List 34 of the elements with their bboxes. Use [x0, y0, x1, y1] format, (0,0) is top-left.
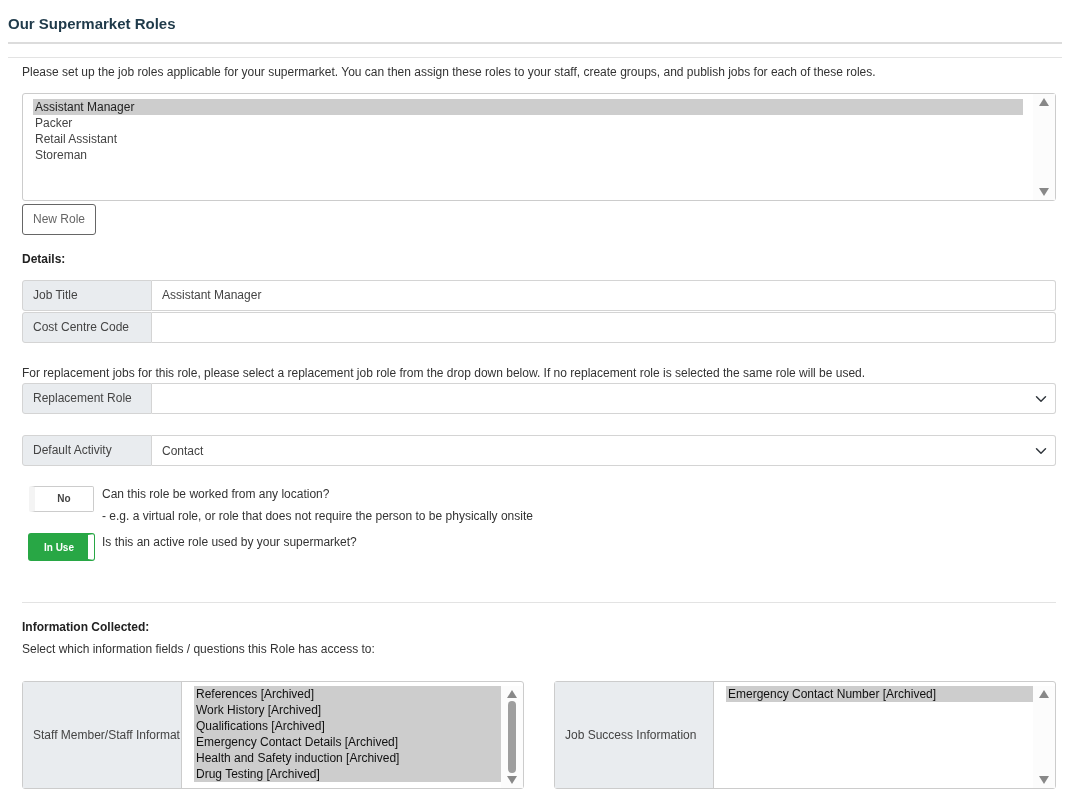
field-label: Job Success Information [555, 681, 714, 788]
page-title: Our Supermarket Roles [8, 14, 1062, 45]
field-label: Cost Centre Code [22, 311, 152, 343]
text-field[interactable] [152, 311, 1056, 343]
dropdown-field[interactable] [152, 383, 1056, 414]
field-label: Job Title [22, 279, 152, 311]
scrollbar-thumb[interactable] [508, 700, 516, 773]
scroll-up-icon[interactable] [507, 689, 517, 698]
scroll-up-icon[interactable] [1039, 98, 1049, 107]
scroll-down-icon[interactable] [1039, 188, 1049, 197]
field-label: Staff Member/Staff Informat [23, 681, 182, 788]
scroll-down-icon[interactable] [1039, 775, 1049, 784]
role-option[interactable]: Retail Assistant [33, 131, 1023, 148]
role-option[interactable]: Packer [33, 115, 1023, 132]
scroll-down-icon[interactable] [507, 775, 517, 784]
intro-text: Please set up the job roles applicable for your supermarket. You can then assign these roles to your staff, create groups, and publish jobs for each of these roles. [22, 64, 877, 81]
role-option[interactable]: Assistant Manager [33, 99, 1023, 116]
list-option[interactable]: Emergency Contact Number [Archived] [726, 685, 1033, 702]
new-role-button[interactable]: New Role [22, 204, 97, 235]
replacement-note: For replacement jobs for this role, please select a replacement job role from the drop down below. If no replacement role is selected the same role will be used. [22, 364, 867, 381]
list-option[interactable]: References [Archived] [194, 685, 501, 702]
role-option[interactable]: Storeman [33, 147, 1023, 164]
dropdown-field[interactable]: Contact [152, 435, 1056, 466]
section-heading: Information Collected: [22, 619, 151, 636]
toggle-switch[interactable]: No [29, 486, 94, 512]
scroll-up-icon[interactable] [1039, 689, 1049, 698]
toggle-hint: - e.g. a virtual role, or role that does not require the person to be physically onsite [102, 508, 533, 525]
toggle-question: Is this an active role used by your supermarket? [102, 534, 357, 551]
field-label: Replacement Role [22, 383, 152, 414]
section-note: Select which information fields / questions this Role has access to: [22, 640, 376, 657]
text-field[interactable]: Assistant Manager [152, 279, 1056, 311]
details-heading: Details: [22, 250, 67, 267]
field-label: Default Activity [22, 435, 152, 466]
toggle-question: Can this role be worked from any location? [102, 486, 331, 503]
